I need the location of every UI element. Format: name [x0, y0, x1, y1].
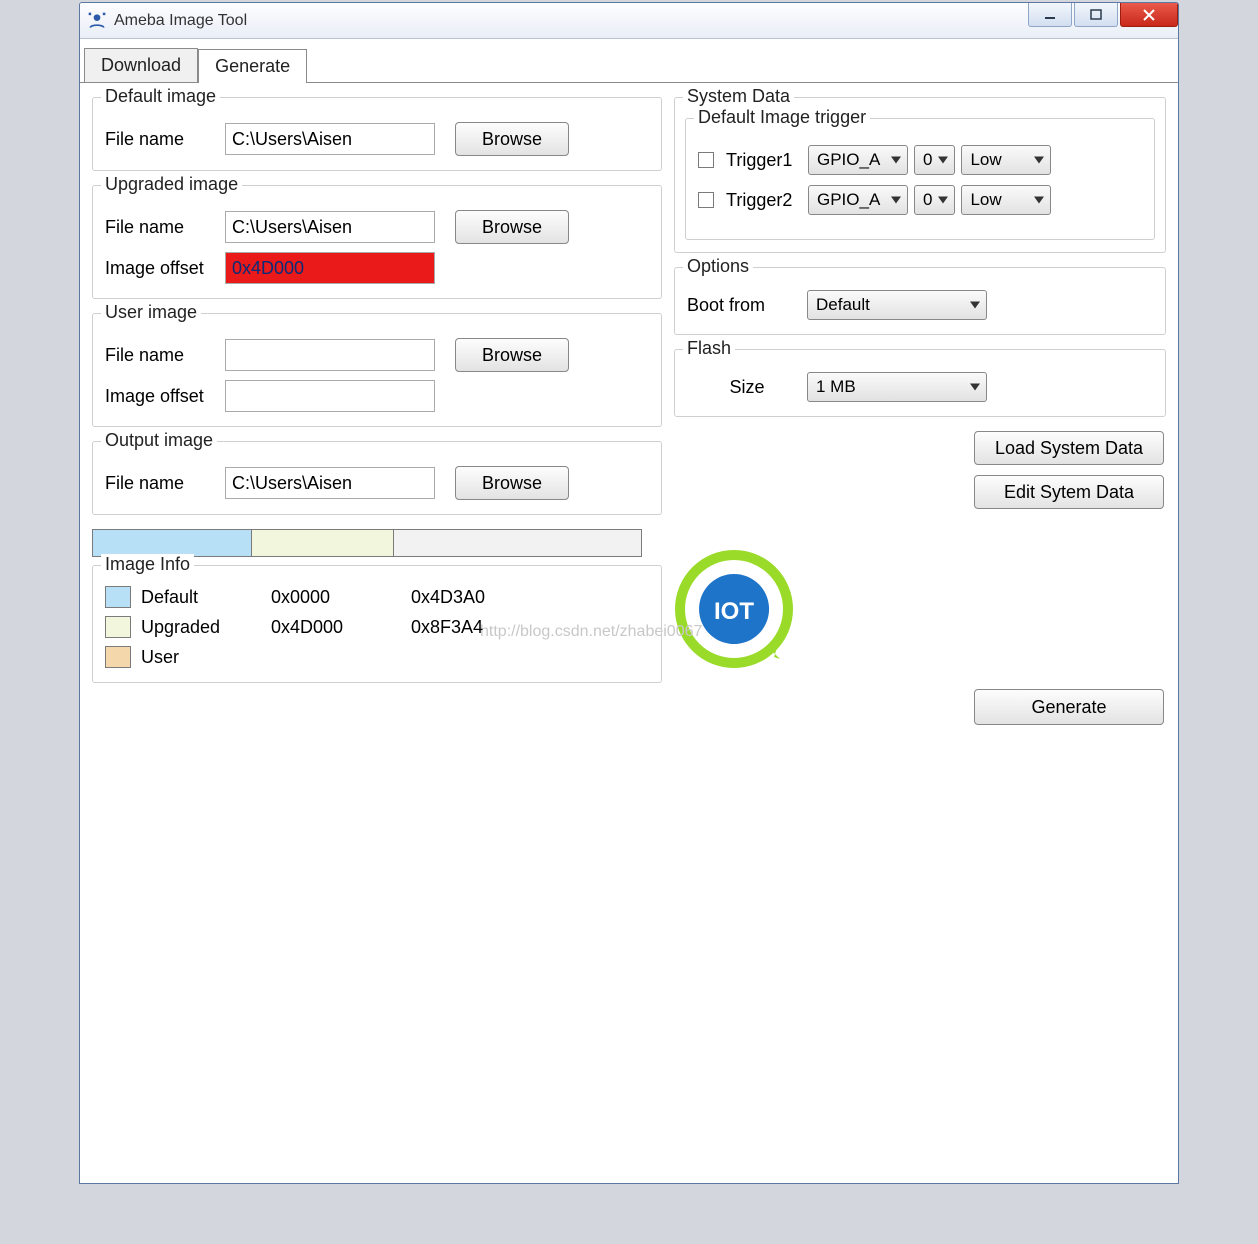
user-file-label: File name — [105, 345, 225, 366]
chevron-down-icon — [1034, 197, 1044, 204]
chevron-down-icon — [970, 302, 980, 309]
group-options: Options Boot from Default — [674, 267, 1166, 335]
legend-default-image: Default image — [101, 86, 220, 107]
legend-options: Options — [683, 256, 753, 277]
app-icon — [86, 10, 108, 32]
output-file-input[interactable] — [225, 467, 435, 499]
output-file-label: File name — [105, 473, 225, 494]
close-button[interactable] — [1120, 3, 1178, 27]
svg-text:IOT: IOT — [714, 598, 754, 625]
legend-image-info: Image Info — [101, 554, 194, 575]
trigger1-pin-select[interactable]: 0 — [914, 145, 955, 175]
flash-size-label: Size — [687, 377, 807, 398]
info-upgraded-end: 0x8F3A4 — [411, 617, 551, 638]
chevron-down-icon — [970, 384, 980, 391]
upgraded-file-input[interactable] — [225, 211, 435, 243]
chevron-down-icon — [891, 197, 901, 204]
upgraded-offset-label: Image offset — [105, 258, 225, 279]
memory-seg-upgraded — [252, 530, 394, 556]
user-browse-button[interactable]: Browse — [455, 338, 569, 372]
tab-generate[interactable]: Generate — [198, 49, 307, 83]
trigger2-label: Trigger2 — [726, 190, 802, 211]
trigger2-port-select[interactable]: GPIO_A — [808, 185, 908, 215]
legend-trigger: Default Image trigger — [694, 107, 870, 128]
trigger2-pin-select[interactable]: 0 — [914, 185, 955, 215]
group-output-image: Output image File name Browse — [92, 441, 662, 515]
group-upgraded-image: Upgraded image File name Browse Image of… — [92, 185, 662, 299]
info-user-name: User — [141, 647, 271, 668]
trigger2-level-select[interactable]: Low — [961, 185, 1051, 215]
legend-upgraded-image: Upgraded image — [101, 174, 242, 195]
edit-system-data-button[interactable]: Edit Sytem Data — [974, 475, 1164, 509]
memory-bar — [92, 529, 642, 557]
user-offset-label: Image offset — [105, 386, 225, 407]
info-upgraded-name: Upgraded — [141, 617, 271, 638]
info-default-end: 0x4D3A0 — [411, 587, 551, 608]
trigger1-checkbox[interactable] — [698, 152, 714, 168]
iot-logo-icon: IOT — [674, 549, 794, 669]
default-file-label: File name — [105, 129, 225, 150]
memory-seg-user — [394, 530, 641, 556]
default-file-input[interactable] — [225, 123, 435, 155]
info-upgraded-start: 0x4D000 — [271, 617, 411, 638]
app-window: Ameba Image Tool Download Generate http:… — [79, 2, 1179, 1184]
group-default-image: Default image File name Browse — [92, 97, 662, 171]
legend-output-image: Output image — [101, 430, 217, 451]
default-browse-button[interactable]: Browse — [455, 122, 569, 156]
group-default-image-trigger: Default Image trigger Trigger1 GPIO_A 0 … — [685, 118, 1155, 240]
tabstrip: Download Generate — [80, 45, 1178, 83]
swatch-upgraded — [105, 616, 131, 638]
chevron-down-icon — [891, 157, 901, 164]
window-title: Ameba Image Tool — [114, 12, 247, 30]
trigger1-level-select[interactable]: Low — [961, 145, 1051, 175]
info-default-start: 0x0000 — [271, 587, 411, 608]
titlebar: Ameba Image Tool — [80, 3, 1178, 39]
load-system-data-button[interactable]: Load System Data — [974, 431, 1164, 465]
maximize-button[interactable] — [1074, 3, 1118, 27]
swatch-user — [105, 646, 131, 668]
legend-system-data: System Data — [683, 86, 794, 107]
trigger1-label: Trigger1 — [726, 150, 802, 171]
group-user-image: User image File name Browse Image offset — [92, 313, 662, 427]
user-offset-input[interactable] — [225, 380, 435, 412]
group-image-info: Image Info Default 0x0000 0x4D3A0 Upgrad… — [92, 565, 662, 683]
group-flash: Flash Size 1 MB — [674, 349, 1166, 417]
content-area: http://blog.csdn.net/zhabei0067 Default … — [80, 83, 1178, 1183]
tab-download[interactable]: Download — [84, 48, 198, 82]
trigger1-port-select[interactable]: GPIO_A — [808, 145, 908, 175]
user-file-input[interactable] — [225, 339, 435, 371]
info-default-name: Default — [141, 587, 271, 608]
group-system-data: System Data Default Image trigger Trigge… — [674, 97, 1166, 253]
swatch-default — [105, 586, 131, 608]
upgraded-offset-input[interactable] — [225, 252, 435, 284]
trigger2-checkbox[interactable] — [698, 192, 714, 208]
generate-button[interactable]: Generate — [974, 689, 1164, 725]
memory-seg-default — [93, 530, 252, 556]
legend-user-image: User image — [101, 302, 201, 323]
upgraded-file-label: File name — [105, 217, 225, 238]
chevron-down-icon — [938, 157, 948, 164]
legend-flash: Flash — [683, 338, 735, 359]
chevron-down-icon — [938, 197, 948, 204]
boot-from-label: Boot from — [687, 295, 807, 316]
boot-from-select[interactable]: Default — [807, 290, 987, 320]
chevron-down-icon — [1034, 157, 1044, 164]
output-browse-button[interactable]: Browse — [455, 466, 569, 500]
upgraded-browse-button[interactable]: Browse — [455, 210, 569, 244]
flash-size-select[interactable]: 1 MB — [807, 372, 987, 402]
minimize-button[interactable] — [1028, 3, 1072, 27]
